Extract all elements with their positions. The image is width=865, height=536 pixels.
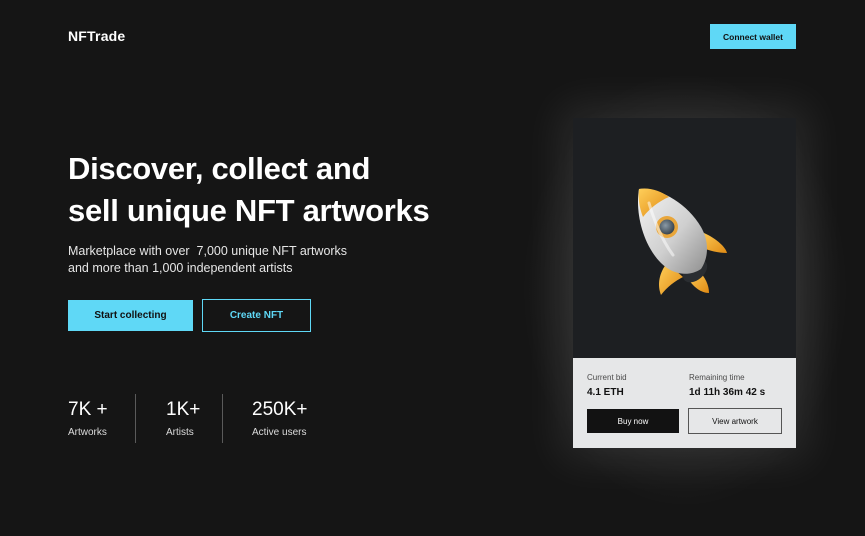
stat-divider [135,394,136,443]
view-artwork-button[interactable]: View artwork [688,408,782,434]
stat-divider [222,394,223,443]
create-nft-button[interactable]: Create NFT [202,299,311,332]
card-info-panel: Current bid 4.1 ETH Remaining time 1d 11… [573,358,796,448]
hero-title: Discover, collect and sell unique NFT ar… [68,148,430,232]
hero-title-line-1: Discover, collect and [68,151,371,186]
hero-subtitle-line-2: and more than 1,000 independent artists [68,261,293,275]
start-collecting-button[interactable]: Start collecting [68,300,193,331]
buy-now-button[interactable]: Buy now [587,409,679,433]
stat-label: Artworks [68,427,107,438]
stat-label: Active users [252,427,307,438]
stat-value: 7K + [68,399,108,420]
stat-active-users: 250K+ Active users [252,398,307,438]
stat-artworks: 7K + Artworks [68,398,108,438]
artwork-card: Current bid 4.1 ETH Remaining time 1d 11… [573,118,796,448]
remaining-time-value: 1d 11h 36m 42 s [689,387,766,398]
current-bid-value: 4.1 ETH [587,387,624,398]
stat-label: Artists [166,427,194,438]
logo[interactable]: NFTrade [68,28,125,44]
stat-value: 1K+ [166,399,201,420]
hero-subtitle: Marketplace with over 7,000 unique NFT a… [68,243,347,277]
hero-title-line-2: sell unique NFT artworks [68,193,430,228]
remaining-time-label: Remaining time [689,373,745,382]
rocket-icon [637,188,727,295]
connect-wallet-button[interactable]: Connect wallet [710,24,796,49]
hero-subtitle-line-1: Marketplace with over 7,000 unique NFT a… [68,244,348,258]
artwork-image[interactable] [573,118,796,358]
stat-value: 250K+ [252,399,308,420]
current-bid-label: Current bid [587,373,627,382]
stat-artists: 1K+ Artists [166,398,200,438]
